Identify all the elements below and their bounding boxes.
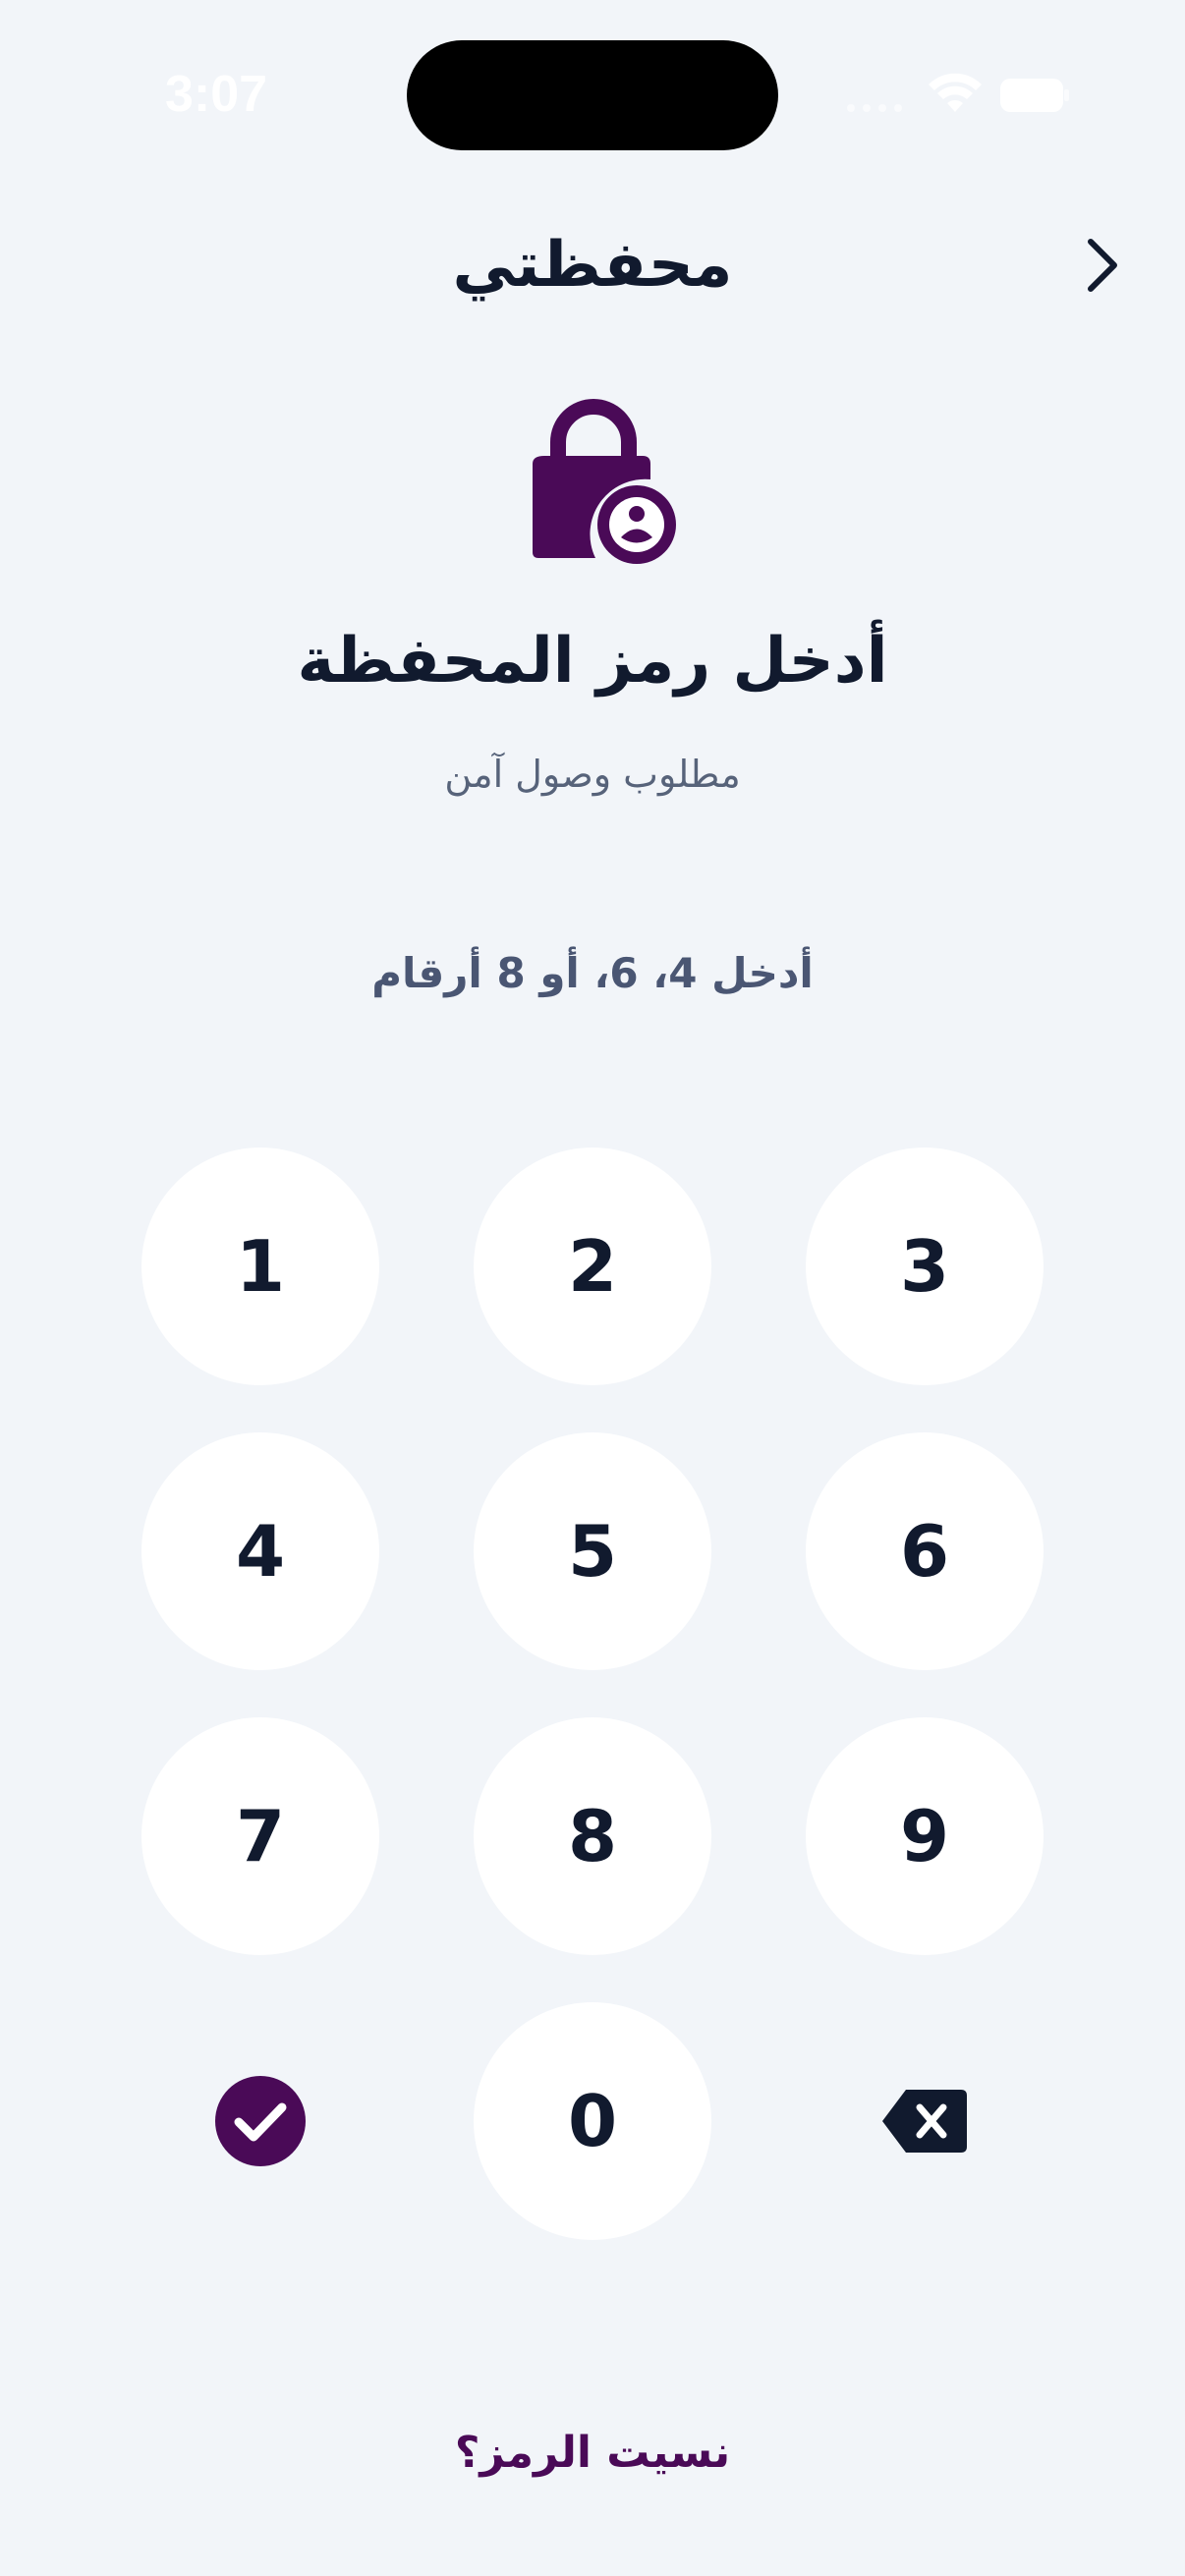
page-title: محفظتي — [452, 229, 733, 302]
battery-icon — [1000, 79, 1069, 112]
key-1[interactable]: 1 — [141, 1148, 379, 1385]
dynamic-island — [407, 40, 778, 150]
key-4[interactable]: 4 — [141, 1432, 379, 1670]
confirm-button[interactable] — [141, 2002, 379, 2240]
main-title: أدخل رمز المحفظة — [297, 625, 888, 698]
key-3[interactable]: 3 — [806, 1148, 1044, 1385]
signal-icon — [847, 104, 906, 112]
chevron-right-icon — [1088, 239, 1117, 292]
back-button[interactable] — [1071, 228, 1134, 303]
key-8[interactable]: 8 — [474, 1717, 711, 1955]
key-7[interactable]: 7 — [141, 1717, 379, 1955]
passcode-hint: أدخل 4، 6، أو 8 أرقام — [371, 949, 814, 997]
subtitle: مطلوب وصول آمن — [444, 753, 741, 796]
key-2[interactable]: 2 — [474, 1148, 711, 1385]
lock-user-icon — [533, 399, 676, 564]
wifi-icon — [929, 73, 982, 112]
status-time: 3:07 — [165, 66, 268, 123]
backspace-icon — [882, 2090, 967, 2153]
key-9[interactable]: 9 — [806, 1717, 1044, 1955]
key-6[interactable]: 6 — [806, 1432, 1044, 1670]
delete-button[interactable] — [806, 2002, 1044, 2240]
forgot-passcode-link[interactable]: نسيت الرمز؟ — [0, 2419, 1185, 2488]
key-5[interactable]: 5 — [474, 1432, 711, 1670]
check-circle-icon — [215, 2076, 306, 2166]
key-0[interactable]: 0 — [474, 2002, 711, 2240]
